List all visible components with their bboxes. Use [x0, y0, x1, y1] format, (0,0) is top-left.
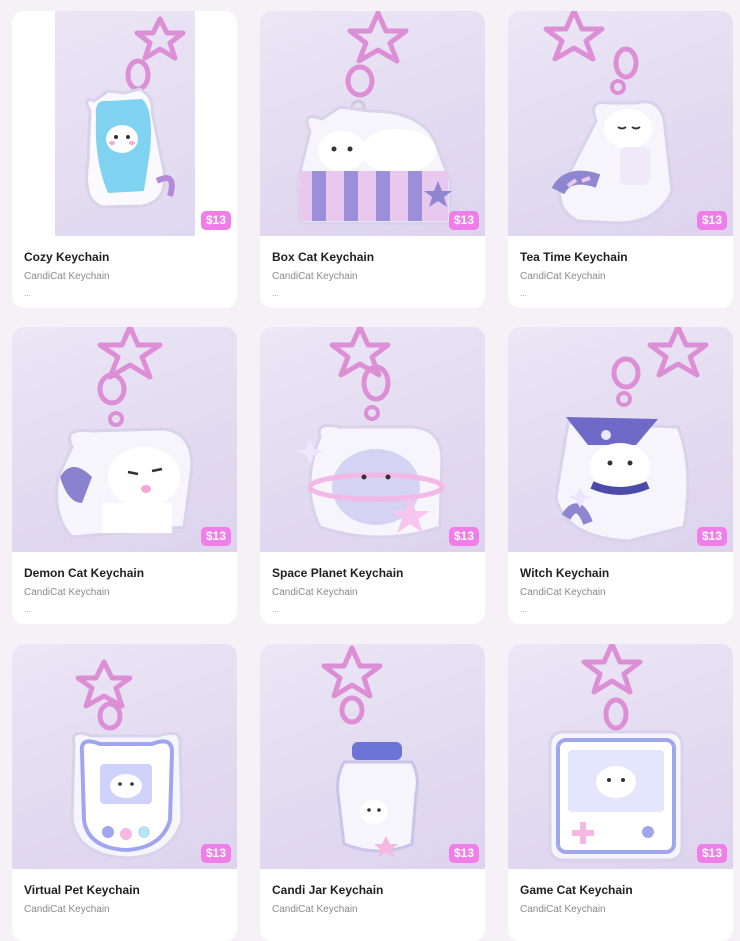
planet-cat-keychain-icon	[296, 327, 445, 539]
product-brand: CandiCat Keychain	[520, 271, 606, 282]
virtual-pet-keychain-icon	[70, 659, 184, 860]
product-card[interactable]: $13 Box Cat Keychain CandiCat Keychain .…	[260, 11, 485, 308]
jar-cat-keychain-icon	[321, 645, 419, 857]
product-image[interactable]	[12, 644, 237, 869]
product-brand: CandiCat Keychain	[520, 904, 606, 915]
demon-cat-keychain-icon	[55, 327, 194, 539]
product-brand: CandiCat Keychain	[272, 904, 358, 915]
product-image[interactable]	[12, 327, 237, 552]
product-title[interactable]: Virtual Pet Keychain	[24, 883, 140, 897]
product-card[interactable]: $13 Candi Jar Keychain CandiCat Keychain	[260, 644, 485, 941]
product-brand: CandiCat Keychain	[520, 587, 606, 598]
product-title[interactable]: Cozy Keychain	[24, 250, 109, 264]
more-text: ...	[272, 289, 279, 298]
more-text: ...	[272, 605, 279, 614]
price-badge: $13	[696, 527, 727, 546]
product-brand: CandiCat Keychain	[272, 271, 358, 282]
cat-tea-keychain-icon	[543, 11, 674, 225]
product-title[interactable]: Witch Keychain	[520, 566, 609, 580]
product-title[interactable]: Box Cat Keychain	[272, 250, 374, 264]
product-image[interactable]	[260, 327, 485, 552]
product-image[interactable]	[260, 644, 485, 869]
product-card[interactable]: $13 Tea Time Keychain CandiCat Keychain …	[508, 11, 733, 308]
product-brand: CandiCat Keychain	[24, 587, 110, 598]
product-image[interactable]	[260, 11, 485, 236]
product-brand: CandiCat Keychain	[272, 587, 358, 598]
game-cat-keychain-icon	[548, 644, 684, 862]
product-title[interactable]: Demon Cat Keychain	[24, 566, 144, 580]
more-text: ...	[24, 289, 31, 298]
price-badge: $13	[200, 211, 231, 230]
product-image[interactable]	[508, 11, 733, 236]
product-image[interactable]	[12, 11, 237, 236]
witch-cat-keychain-icon	[554, 327, 709, 543]
product-title[interactable]: Candi Jar Keychain	[272, 883, 383, 897]
product-card[interactable]: $13 Space Planet Keychain CandiCat Keych…	[260, 327, 485, 624]
product-card[interactable]: $13 Demon Cat Keychain CandiCat Keychain…	[12, 327, 237, 624]
product-image[interactable]	[508, 327, 733, 552]
product-image[interactable]	[508, 644, 733, 869]
price-badge: $13	[448, 844, 479, 863]
price-badge: $13	[696, 844, 727, 863]
more-text: ...	[520, 605, 527, 614]
product-card[interactable]: $13 Game Cat Keychain CandiCat Keychain	[508, 644, 733, 941]
cat-hoodie-keychain-icon	[85, 16, 186, 209]
product-brand: CandiCat Keychain	[24, 271, 110, 282]
product-grid: $13 Cozy Keychain CandiCat Keychain ...	[0, 0, 740, 941]
more-text: ...	[24, 605, 31, 614]
product-card[interactable]: $13 Witch Keychain CandiCat Keychain ...	[508, 327, 733, 624]
price-badge: $13	[200, 844, 231, 863]
cat-in-box-keychain-icon	[296, 11, 452, 225]
price-badge: $13	[448, 211, 479, 230]
product-title[interactable]: Tea Time Keychain	[520, 250, 628, 264]
price-badge: $13	[696, 211, 727, 230]
price-badge: $13	[448, 527, 479, 546]
product-card[interactable]: $13 Cozy Keychain CandiCat Keychain ...	[12, 11, 237, 308]
product-title[interactable]: Space Planet Keychain	[272, 566, 403, 580]
product-brand: CandiCat Keychain	[24, 904, 110, 915]
product-card[interactable]: $13 Virtual Pet Keychain CandiCat Keycha…	[12, 644, 237, 941]
price-badge: $13	[200, 527, 231, 546]
product-title[interactable]: Game Cat Keychain	[520, 883, 633, 897]
more-text: ...	[520, 289, 527, 298]
